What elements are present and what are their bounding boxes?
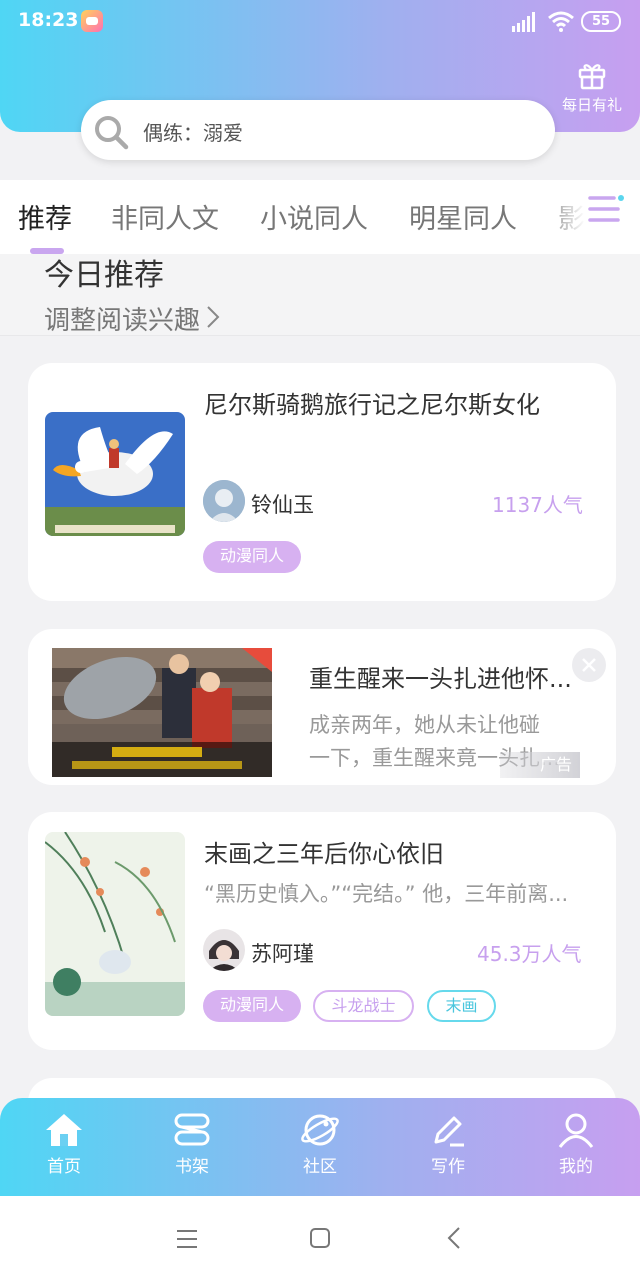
author-avatar: [203, 929, 245, 971]
status-bar: 18:23 55: [0, 0, 640, 44]
ad-label: 广告: [539, 755, 572, 774]
category-tabs: 推荐 非同人文 小说同人 明星同人 影视: [0, 180, 640, 254]
adjust-interest-label: 调整阅读兴趣: [44, 306, 201, 336]
nav-profile[interactable]: 我的: [531, 1112, 621, 1177]
book-description: “黑历史慎入。”“完结。” 他，三年前离...: [204, 882, 569, 906]
tag-label[interactable]: 末画: [427, 990, 496, 1022]
ad-close-button[interactable]: [572, 648, 606, 682]
book-card[interactable]: 末画之三年后你心依旧 “黑历史慎入。”“完结。” 他，三年前离... 苏阿瑾 4…: [28, 812, 616, 1050]
tag-label[interactable]: 动漫同人: [203, 541, 301, 573]
popularity-count: 45.3万人气: [477, 942, 582, 966]
ad-image: [52, 648, 272, 777]
daily-gift-button[interactable]: 每日有礼: [555, 60, 629, 115]
gift-icon: [578, 64, 606, 90]
nav-write-label: 写作: [431, 1157, 465, 1177]
ad-badge: 广告: [500, 752, 580, 778]
nav-community-label: 社区: [303, 1157, 337, 1177]
book-cover: [45, 412, 185, 536]
book-title: 末画之三年后你心依旧: [204, 840, 444, 868]
ad-title: 重生醒来一头扎进他怀...: [309, 665, 572, 693]
nav-write[interactable]: 写作: [403, 1112, 493, 1177]
nav-home-label: 首页: [47, 1157, 81, 1177]
author-name: 铃仙玉: [251, 493, 314, 517]
app-screen: 18:23 55 每日有礼 偶练：溺爱 推荐 非同人文 小说同人 明星同人 今日…: [0, 0, 640, 1280]
planet-icon: [301, 1114, 339, 1146]
author-avatar: [203, 480, 245, 522]
today-recommend-section: 今日推荐 调整阅读兴趣: [0, 254, 640, 336]
recent-apps-icon[interactable]: [176, 1228, 198, 1250]
book-cover: [45, 832, 185, 1016]
nav-bookshelf-label: 书架: [175, 1157, 209, 1177]
daily-gift-label: 每日有礼: [561, 96, 622, 114]
close-icon: [582, 658, 596, 672]
user-icon: [558, 1113, 594, 1148]
category-menu-icon[interactable]: [588, 193, 624, 227]
tag-label[interactable]: 动漫同人: [203, 990, 301, 1022]
tag-label[interactable]: 斗龙战士: [313, 990, 414, 1022]
tab-novel-fanfic[interactable]: 小说同人: [260, 197, 368, 236]
pen-icon: [434, 1116, 464, 1147]
book-card[interactable]: 尼尔斯骑鹅旅行记之尼尔斯女化 铃仙玉 1137人气 动漫同人: [28, 363, 616, 601]
game-app-icon: [81, 10, 103, 32]
wifi-icon: [548, 11, 574, 32]
system-navigation-bar: [0, 1196, 640, 1280]
nav-bookshelf[interactable]: 书架: [147, 1112, 237, 1177]
signal-icon: [512, 12, 535, 32]
status-time: 18:23: [18, 9, 79, 31]
tab-original[interactable]: 非同人文: [111, 197, 219, 236]
search-icon: [95, 116, 129, 150]
nav-profile-label: 我的: [559, 1157, 593, 1177]
nav-community[interactable]: 社区: [275, 1112, 365, 1177]
ad-desc-line1: 成亲两年，她从未让他碰: [309, 713, 540, 737]
home-icon: [46, 1114, 82, 1146]
nav-home[interactable]: 首页: [19, 1112, 109, 1177]
section-title: 今日推荐: [44, 258, 164, 293]
adjust-interest-link[interactable]: 调整阅读兴趣: [44, 300, 220, 337]
chevron-right-icon: [207, 306, 220, 328]
search-bar[interactable]: 偶练：溺爱: [81, 100, 555, 160]
tab-recommend[interactable]: 推荐: [18, 197, 72, 236]
bottom-navigation: 首页 书架 社区 写作 我的: [0, 1098, 640, 1196]
back-icon[interactable]: [446, 1226, 462, 1250]
popularity-count: 1137人气: [492, 493, 583, 517]
search-placeholder: 偶练：溺爱: [143, 121, 243, 145]
book-title: 尼尔斯骑鹅旅行记之尼尔斯女化: [204, 391, 540, 419]
author-name: 苏阿瑾: [251, 942, 314, 966]
tab-celebrity-fanfic[interactable]: 明星同人: [409, 197, 517, 236]
battery-indicator: 55: [581, 11, 621, 32]
bookshelf-icon: [174, 1113, 210, 1146]
home-button-icon[interactable]: [309, 1227, 331, 1249]
